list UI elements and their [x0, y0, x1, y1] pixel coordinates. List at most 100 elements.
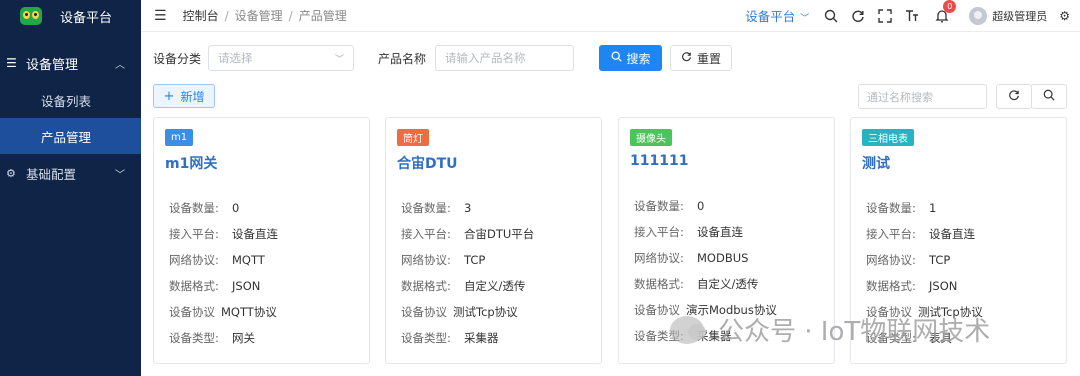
product-tag: 三相电表 [862, 129, 914, 146]
breadcrumb-separator: / [288, 8, 293, 23]
field-row: 设备数量: 0 [169, 195, 278, 221]
add-button-label: 新增 [180, 89, 205, 104]
field-value: 设备直连 [232, 227, 278, 241]
breadcrumb-item[interactable]: 控制台 [183, 7, 219, 24]
filter-bar: 设备分类 请选择 ﹀ 产品名称 请输入产品名称 搜索 重置 [153, 45, 733, 71]
field-row: 设备协议 测试Tcp协议 [401, 299, 534, 325]
field-value: 0 [697, 199, 705, 213]
menu-toggle-icon[interactable]: ☰ [154, 8, 167, 24]
name-search-input[interactable]: 通过名称搜索 [858, 84, 987, 109]
search-button-label: 搜索 [626, 51, 651, 66]
field-row: 接入平台: 设备直连 [634, 219, 777, 245]
product-title[interactable]: 合宙DTU [397, 153, 458, 173]
platform-dropdown[interactable]: 设备平台 ﹀ [745, 6, 809, 25]
username[interactable]: 超级管理员 [992, 8, 1047, 24]
field-row: 网络协议: MQTT [169, 247, 278, 273]
sidebar-item-product-management[interactable]: 产品管理 [0, 118, 141, 154]
field-value: JSON [929, 279, 958, 293]
product-title[interactable]: m1网关 [165, 153, 217, 173]
watermark: 公众号 · IoT物联网技术 [670, 311, 990, 348]
field-label: 数据格式: [866, 279, 916, 293]
watermark-text: 公众号 · IoT物联网技术 [718, 317, 991, 347]
sidebar-item-device-list[interactable]: 设备列表 [0, 82, 141, 118]
field-row: 设备类型: 网关 [169, 325, 278, 351]
reset-button[interactable]: 重置 [670, 45, 733, 71]
product-title[interactable]: 111111 [630, 153, 688, 169]
field-label: 数据格式: [169, 279, 219, 293]
field-row: 网络协议: TCP [866, 247, 983, 273]
sidebar: 设备平台 ☰ 设备管理 ︿ 设备列表 产品管理 ⚙ 基础配置 ﹀ [0, 0, 141, 376]
product-tag: 筒灯 [397, 129, 429, 146]
field-label: 设备数量: [401, 201, 451, 215]
field-label: 数据格式: [401, 279, 451, 293]
product-name-placeholder: 请输入产品名称 [445, 51, 526, 65]
field-label: 设备类型: [401, 331, 451, 345]
product-tag: 摄像头 [630, 129, 672, 146]
field-label: 设备数量: [634, 199, 684, 213]
field-value: MQTT协议 [221, 305, 277, 319]
refresh-icon [1008, 89, 1020, 104]
field-row: 数据格式: JSON [866, 273, 983, 299]
product-name-label: 产品名称 [378, 51, 427, 66]
field-value: 0 [232, 201, 240, 215]
notification-badge: 0 [943, 0, 957, 13]
field-label: 接入平台: [169, 227, 219, 241]
field-row: 接入平台: 设备直连 [866, 221, 983, 247]
gear-icon[interactable]: ⚙ [1059, 9, 1070, 23]
list-icon: ☰ [6, 56, 17, 70]
chevron-down-icon: ﹀ [335, 54, 345, 65]
sidebar-group-basic-config[interactable]: ⚙ 基础配置 ﹀ [0, 154, 141, 192]
product-title[interactable]: 测试 [862, 153, 890, 173]
sidebar-group-device-management[interactable]: ☰ 设备管理 ︿ [0, 44, 141, 82]
field-value: 3 [464, 201, 472, 215]
field-value: 合宙DTU平台 [464, 227, 535, 241]
field-label: 接入平台: [401, 227, 451, 241]
field-label: 网络协议: [866, 253, 916, 267]
field-value: JSON [232, 279, 261, 293]
field-label: 设备协议 [401, 305, 447, 319]
avatar[interactable] [969, 6, 988, 25]
add-button[interactable]: + 新增 [153, 84, 215, 108]
product-name-input[interactable]: 请输入产品名称 [435, 45, 575, 71]
breadcrumb-item: 产品管理 [298, 9, 347, 23]
field-row: 接入平台: 设备直连 [169, 221, 278, 247]
category-label: 设备分类 [153, 51, 202, 66]
font-size-icon[interactable] [903, 7, 921, 25]
refresh-icon[interactable] [849, 7, 867, 25]
breadcrumb-item[interactable]: 设备管理 [235, 7, 283, 24]
search-button[interactable]: 搜索 [599, 45, 663, 71]
field-value: MODBUS [697, 251, 749, 265]
refresh-button[interactable] [996, 84, 1032, 109]
field-row: 设备类型: 采集器 [401, 325, 534, 351]
logo-row: 设备平台 [0, 0, 141, 32]
field-label: 设备数量: [169, 201, 219, 215]
product-card[interactable]: 筒灯 合宙DTU 设备数量: 3 接入平台: 合宙DTU平台 网络协议: TCP 数据… [385, 117, 602, 364]
gear-icon: ⚙ [6, 166, 16, 180]
sidebar-group-label: 基础配置 [26, 166, 77, 182]
name-search-placeholder: 通过名称搜索 [867, 90, 933, 104]
field-value: TCP [464, 253, 486, 267]
fullscreen-icon[interactable] [876, 7, 894, 25]
bell-icon[interactable]: 0 [933, 0, 957, 25]
field-row: 设备数量: 1 [866, 195, 983, 221]
field-row: 网络协议: MODBUS [634, 245, 777, 271]
search-icon [611, 51, 622, 65]
search-icon[interactable] [822, 7, 840, 25]
field-row: 设备数量: 3 [401, 195, 534, 221]
breadcrumb: 控制台 / 设备管理 / 产品管理 [183, 7, 347, 24]
chevron-down-icon: ﹀ [115, 169, 125, 181]
toolbar-search-button[interactable] [1031, 84, 1067, 109]
plus-icon: + [163, 88, 175, 104]
app-title: 设备平台 [60, 10, 113, 26]
field-label: 网络协议: [634, 251, 684, 265]
field-value: 自定义/透传 [697, 277, 759, 291]
field-label: 接入平台: [634, 225, 684, 239]
platform-label: 设备平台 [745, 9, 796, 24]
field-row: 设备协议 MQTT协议 [169, 299, 278, 325]
sidebar-item-label: 设备列表 [41, 93, 92, 109]
category-select[interactable]: 请选择 ﹀ [208, 45, 355, 71]
field-row: 数据格式: 自定义/透传 [401, 273, 534, 299]
product-card[interactable]: m1 m1网关 设备数量: 0 接入平台: 设备直连 网络协议: MQTT 数据格式:… [153, 117, 370, 364]
field-value: 自定义/透传 [464, 279, 526, 293]
field-label: 设备协议 [169, 305, 215, 319]
